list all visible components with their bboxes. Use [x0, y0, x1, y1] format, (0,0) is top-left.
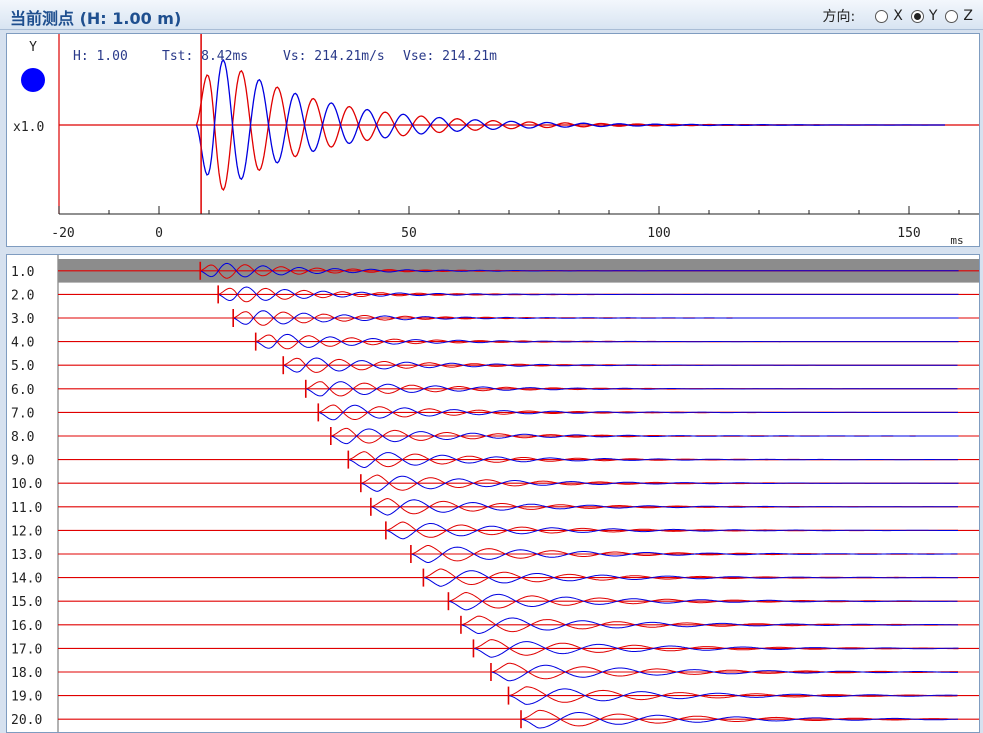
depth-row[interactable]: 7.0	[11, 403, 979, 422]
depth-label: 18.0	[11, 666, 42, 681]
row-blue-trace	[490, 664, 958, 682]
depth-label: 11.0	[11, 501, 42, 516]
direction-label: 方向:	[822, 9, 856, 25]
depth-rows: 1.0 2.0 3.0 4.0 5.0 6.0 7.0 8.0 9.0 10.0 11.0 12.0 1…	[11, 259, 979, 729]
depth-waveform-list[interactable]: 1.0 2.0 3.0 4.0 5.0 6.0 7.0 8.0 9.0 10.0 11.0 12.0 1…	[6, 254, 980, 733]
depth-label: 8.0	[11, 430, 34, 445]
depth-row[interactable]: 13.0	[11, 545, 979, 563]
depth-label: 19.0	[11, 690, 42, 705]
depth-row[interactable]: 5.0	[11, 356, 979, 374]
row-blue-trace	[218, 286, 959, 302]
depth-row[interactable]: 12.0	[11, 521, 979, 539]
time-axis-ticks	[58, 206, 960, 214]
depth-label: 3.0	[11, 312, 34, 327]
depth-label: 7.0	[11, 406, 34, 421]
depth-row[interactable]: 4.0	[11, 332, 979, 351]
current-point-title: 当前测点 (H: 1.00 m)	[10, 9, 182, 28]
depth-label: 1.0	[11, 265, 34, 280]
depth-label: 20.0	[11, 713, 42, 728]
tick-label: 0	[155, 226, 163, 241]
channel-sidebar	[7, 34, 59, 246]
info-vse: Vse: 214.21m	[403, 49, 497, 64]
depth-label: 10.0	[11, 477, 42, 492]
depth-row[interactable]: 16.0	[11, 615, 979, 635]
depth-label: 15.0	[11, 595, 42, 610]
depth-row[interactable]: 1.0	[11, 259, 979, 283]
radio-label-z: Z	[963, 8, 973, 24]
depth-row[interactable]: 14.0	[11, 568, 979, 587]
waveform-detail-panel[interactable]: Y x1.0 H: 1.00 Tst: 8.42ms Vs: 214.21m/s…	[6, 33, 980, 247]
radio-label-x: X	[893, 8, 903, 24]
info-tst: Tst: 8.42ms	[162, 49, 248, 64]
depth-row[interactable]: 15.0	[11, 591, 979, 611]
channel-label: Y	[29, 40, 37, 55]
depth-label: 5.0	[11, 359, 34, 374]
row-blue-trace	[473, 641, 959, 658]
depth-row[interactable]: 17.0	[11, 639, 979, 658]
depth-label: 6.0	[11, 383, 34, 398]
red-trace	[195, 69, 945, 191]
tick-label: -20	[51, 226, 74, 241]
depth-label: 16.0	[11, 619, 42, 634]
depth-label: 2.0	[11, 288, 34, 303]
row-blue-trace	[360, 475, 959, 492]
waveform-detail-plot[interactable]: Y x1.0 H: 1.00 Tst: 8.42ms Vs: 214.21m/s…	[7, 34, 979, 246]
row-blue-trace	[423, 570, 958, 587]
direction-selector: 方向: X Y Z	[823, 6, 973, 26]
depth-row[interactable]: 3.0	[11, 309, 979, 327]
depth-label: 12.0	[11, 524, 42, 539]
tick-label: 150	[897, 226, 920, 241]
depth-row[interactable]: 6.0	[11, 379, 979, 398]
depth-row[interactable]: 19.0	[11, 686, 979, 705]
direction-radio-y[interactable]: Y	[910, 8, 938, 24]
depth-label: 9.0	[11, 454, 34, 469]
tick-label: 50	[401, 226, 417, 241]
depth-row[interactable]: 9.0	[11, 450, 979, 469]
row-red-trace	[490, 662, 958, 680]
blue-trace	[195, 59, 945, 181]
depth-row[interactable]: 11.0	[11, 497, 979, 516]
direction-radio-z[interactable]: Z	[945, 8, 973, 24]
radio-label-y: Y	[928, 8, 938, 24]
gain-label: x1.0	[13, 120, 44, 135]
radio-circle-icon	[945, 9, 959, 23]
tick-label: 100	[647, 226, 670, 241]
row-red-trace	[218, 287, 959, 303]
radio-checked-icon	[910, 9, 924, 23]
title-bar: 当前测点 (H: 1.00 m) 方向: X Y Z	[0, 0, 983, 30]
info-vs: Vs: 214.21m/s	[283, 49, 385, 64]
depth-row[interactable]: 18.0	[11, 662, 979, 682]
depth-row[interactable]: 10.0	[11, 474, 979, 492]
info-h: H: 1.00	[73, 49, 128, 64]
time-unit-label: ms	[950, 234, 963, 246]
depth-label: 17.0	[11, 642, 42, 657]
depth-row[interactable]: 8.0	[11, 427, 979, 445]
depth-label: 4.0	[11, 336, 34, 351]
channel-indicator-icon	[21, 68, 45, 92]
depth-label: 14.0	[11, 572, 42, 587]
row-red-trace	[360, 474, 959, 491]
row-red-trace	[423, 568, 958, 586]
depth-waveform-plot[interactable]: 1.0 2.0 3.0 4.0 5.0 6.0 7.0 8.0 9.0 10.0 11.0 12.0 1…	[7, 255, 979, 732]
depth-row[interactable]: 2.0	[11, 285, 979, 304]
depth-label: 13.0	[11, 548, 42, 563]
direction-radio-x[interactable]: X	[875, 8, 903, 24]
radio-circle-icon	[875, 9, 889, 23]
depth-row[interactable]: 20.0	[11, 709, 979, 729]
